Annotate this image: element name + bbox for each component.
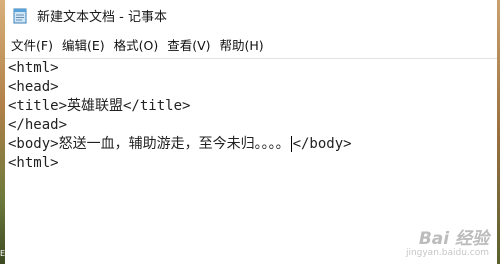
editor-line-6: <html> (8, 155, 59, 171)
editor-line-2: <head> (8, 79, 59, 95)
menu-help[interactable]: 帮助(H) (220, 35, 264, 54)
menu-edit[interactable]: 编辑(E) (62, 35, 105, 54)
menu-file[interactable]: 文件(F) (11, 35, 53, 54)
title-bar[interactable]: 新建文本文档 - 记事本 (5, 0, 497, 30)
editor-line-3: <title>英雄联盟</title> (8, 98, 191, 114)
window-title: 新建文本文档 - 记事本 (37, 9, 167, 25)
editor-line-4: </head> (8, 117, 68, 133)
editor-line-5-text: <body>怒送一血，辅助游走，至今未归。。。。 (8, 136, 290, 152)
notepad-icon[interactable] (12, 7, 29, 24)
menu-bar: 文件(F) 编辑(E) 格式(O) 查看(V) 帮助(H) (5, 34, 497, 54)
menu-format[interactable]: 格式(O) (114, 35, 159, 54)
baidu-watermark: Bai 经验 jingyan.baidu.com (406, 230, 489, 259)
watermark-logo: Bai 经验 (418, 229, 489, 250)
editor-line-5-tail: </body> (292, 136, 352, 152)
notepad-window: 新建文本文档 - 记事本 文件(F) 编辑(E) 格式(O) 查看(V) 帮助(… (5, 0, 497, 265)
watermark-url: jingyan.baidu.com (405, 248, 489, 259)
text-caret (290, 136, 292, 152)
text-editor-area[interactable]: <html> <head> <title>英雄联盟</title> </head… (5, 58, 497, 265)
editor-line-1: <html> (8, 60, 59, 76)
editor-line-5: <body>怒送一血，辅助游走，至今未归。。。。 </body> (8, 135, 352, 154)
menu-view[interactable]: 查看(V) (167, 35, 210, 54)
